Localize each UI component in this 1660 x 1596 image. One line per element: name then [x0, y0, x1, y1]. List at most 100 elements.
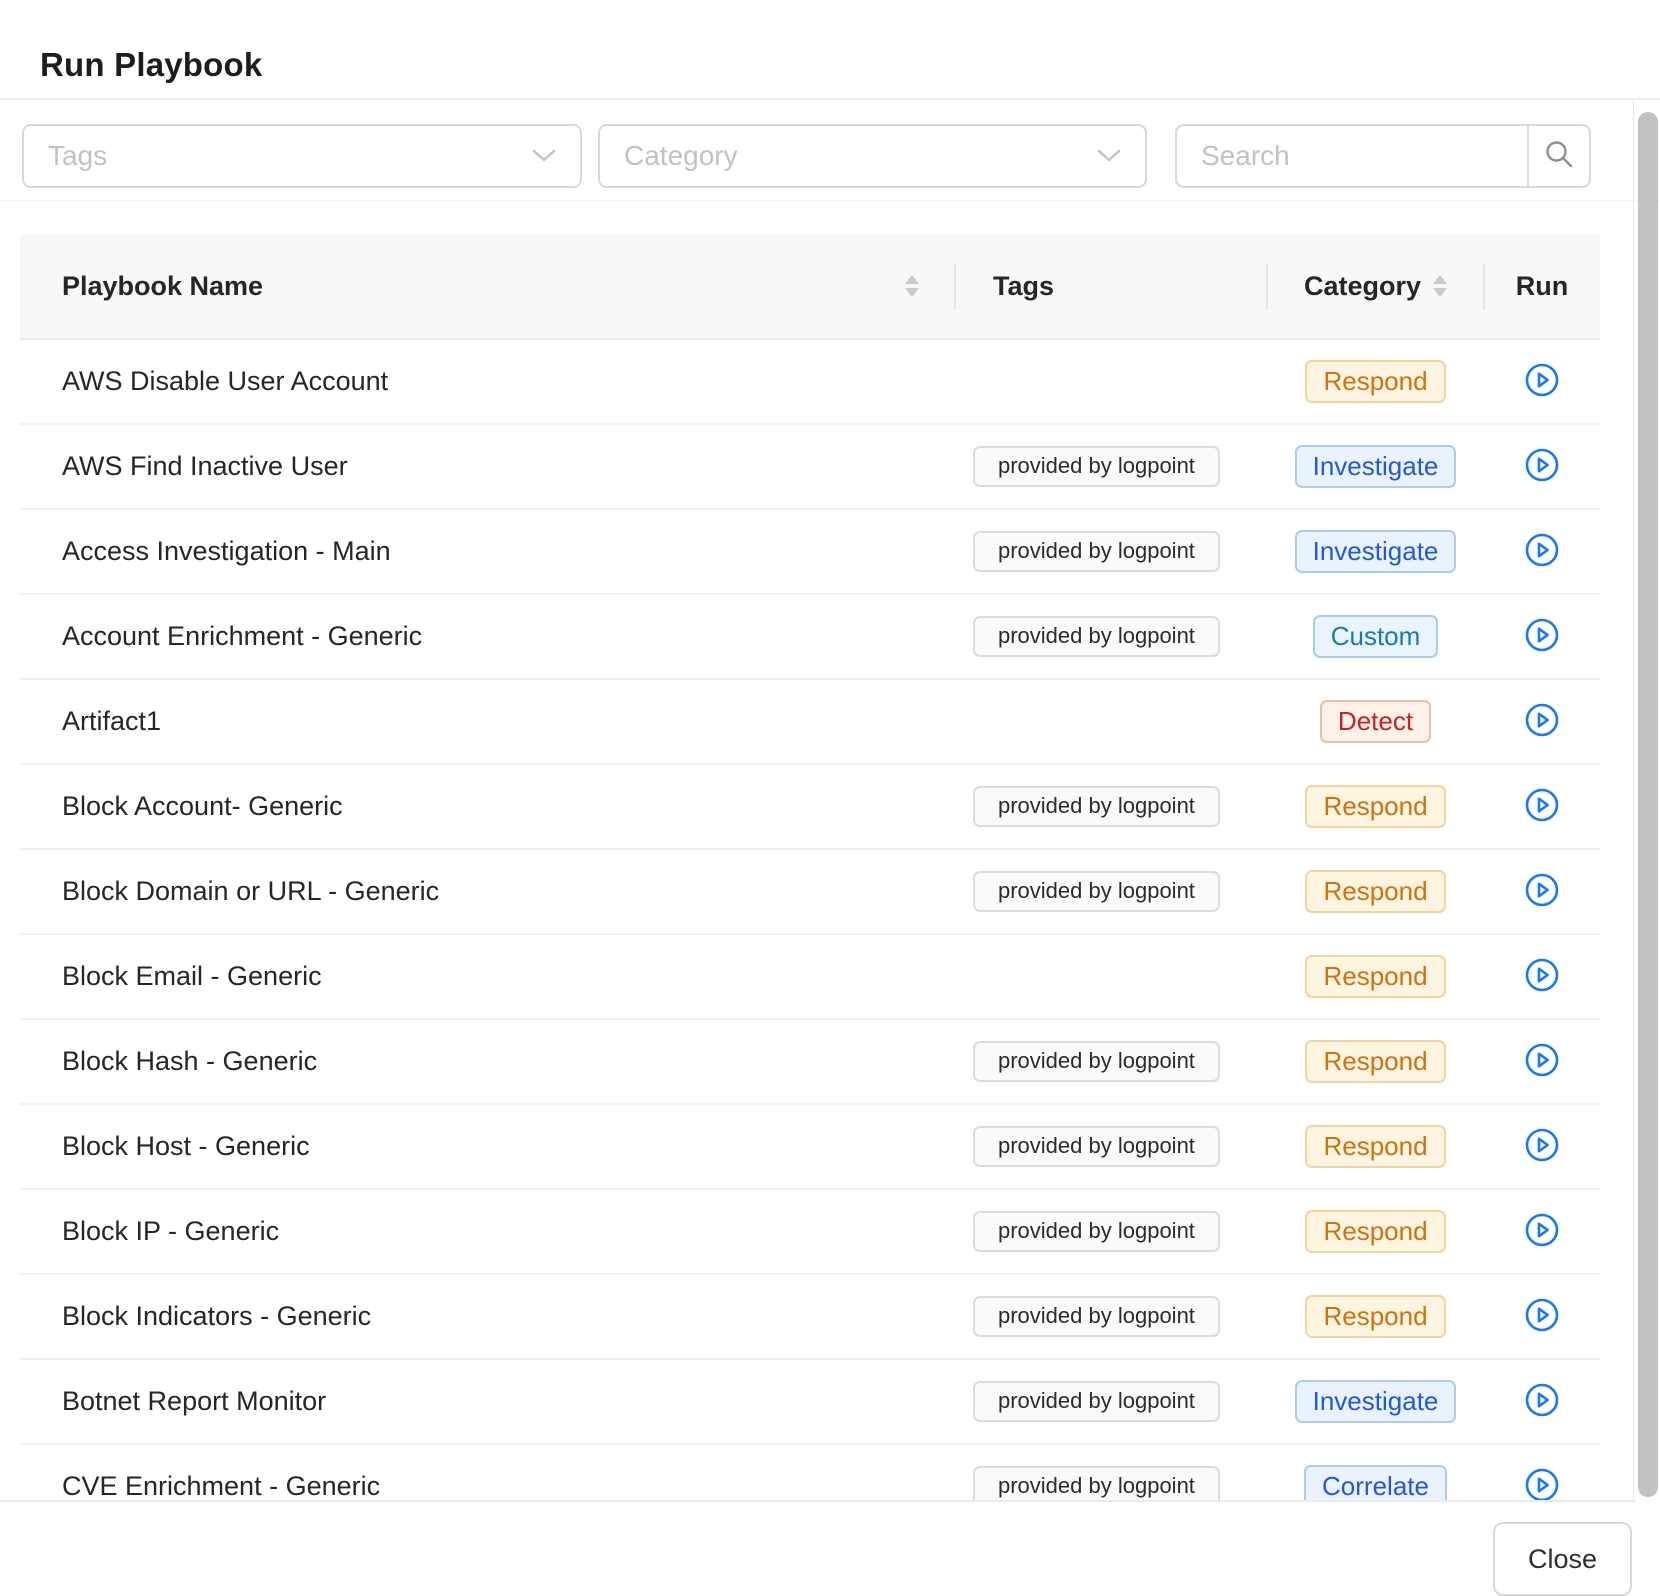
- page-title: Run Playbook: [40, 46, 262, 84]
- run-cell: [1484, 425, 1600, 508]
- category-badge: Respond: [1305, 1040, 1445, 1083]
- tag-pill: provided by logpoint: [973, 1041, 1220, 1081]
- table-row: Block Email - Generic Respond: [20, 935, 1600, 1020]
- table-row: AWS Find Inactive User provided by logpo…: [20, 425, 1600, 510]
- category-badge: Respond: [1305, 1210, 1445, 1253]
- playbook-name-cell: Block Email - Generic: [20, 935, 955, 1018]
- playbook-name: AWS Disable User Account: [62, 366, 388, 397]
- table-row: Block Domain or URL - Generic provided b…: [20, 850, 1600, 935]
- tags-cell: provided by logpoint: [955, 1445, 1267, 1501]
- tag-pill: provided by logpoint: [973, 1126, 1220, 1166]
- run-cell: [1484, 1190, 1600, 1273]
- table-row: AWS Disable User Account Respond: [20, 340, 1600, 425]
- category-cell: Investigate: [1267, 1360, 1484, 1443]
- category-badge: Respond: [1305, 955, 1445, 998]
- run-button[interactable]: [1522, 872, 1562, 912]
- run-cell: [1484, 1360, 1600, 1443]
- run-cell: [1484, 765, 1600, 848]
- playbook-name-cell: Block Account- Generic: [20, 765, 955, 848]
- table-row: Access Investigation - Main provided by …: [20, 510, 1600, 595]
- run-button[interactable]: [1522, 447, 1562, 487]
- category-cell: Detect: [1267, 680, 1484, 763]
- playbook-name-cell: Artifact1: [20, 680, 955, 763]
- category-badge: Respond: [1305, 360, 1445, 403]
- category-badge: Respond: [1305, 870, 1445, 913]
- playbook-name-cell: Account Enrichment - Generic: [20, 595, 955, 678]
- category-cell: Respond: [1267, 765, 1484, 848]
- play-icon: [1524, 1127, 1560, 1166]
- play-icon: [1524, 872, 1560, 911]
- run-button[interactable]: [1522, 702, 1562, 742]
- category-badge: Respond: [1305, 1125, 1445, 1168]
- playbook-name: Botnet Report Monitor: [62, 1386, 326, 1417]
- category-badge: Investigate: [1295, 445, 1457, 488]
- play-icon: [1524, 1042, 1560, 1081]
- column-header-playbook-name[interactable]: Playbook Name: [20, 234, 955, 338]
- category-cell: Respond: [1267, 340, 1484, 423]
- run-button[interactable]: [1522, 1382, 1562, 1422]
- close-button[interactable]: Close: [1493, 1522, 1632, 1596]
- category-badge: Detect: [1320, 700, 1431, 743]
- playbook-name: Block Hash - Generic: [62, 1046, 317, 1077]
- tags-cell: [955, 680, 1267, 763]
- column-label: Run: [1516, 271, 1568, 302]
- column-header-tags: Tags: [955, 234, 1267, 338]
- tags-cell: provided by logpoint: [955, 850, 1267, 933]
- tags-filter-dropdown[interactable]: Tags: [22, 124, 582, 188]
- run-button[interactable]: [1522, 957, 1562, 997]
- playbook-name-cell: Block Domain or URL - Generic: [20, 850, 955, 933]
- search-input[interactable]: [1177, 126, 1527, 186]
- category-cell: Respond: [1267, 1275, 1484, 1358]
- column-header-run: Run: [1484, 234, 1600, 338]
- run-cell: [1484, 595, 1600, 678]
- play-icon: [1524, 957, 1560, 996]
- tag-pill: provided by logpoint: [973, 1211, 1220, 1251]
- run-button[interactable]: [1522, 532, 1562, 572]
- title-divider: [0, 98, 1660, 100]
- chevron-down-icon: [1097, 149, 1121, 163]
- table-row: Account Enrichment - Generic provided by…: [20, 595, 1600, 680]
- filter-bar-divider: [0, 200, 1660, 201]
- run-cell: [1484, 850, 1600, 933]
- column-header-category[interactable]: Category: [1267, 234, 1484, 338]
- playbook-name-cell: Block IP - Generic: [20, 1190, 955, 1273]
- playbook-name: Block Account- Generic: [62, 791, 343, 822]
- tag-pill: provided by logpoint: [973, 786, 1220, 826]
- tags-cell: provided by logpoint: [955, 1105, 1267, 1188]
- scrollbar-thumb[interactable]: [1638, 112, 1658, 1497]
- run-button[interactable]: [1522, 1467, 1562, 1502]
- playbook-name: CVE Enrichment - Generic: [62, 1471, 380, 1501]
- tag-pill: provided by logpoint: [973, 446, 1220, 486]
- run-button[interactable]: [1522, 787, 1562, 827]
- run-button[interactable]: [1522, 362, 1562, 402]
- category-cell: Investigate: [1267, 425, 1484, 508]
- run-button[interactable]: [1522, 617, 1562, 657]
- playbook-name: Account Enrichment - Generic: [62, 621, 422, 652]
- category-cell: Respond: [1267, 935, 1484, 1018]
- play-icon: [1524, 362, 1560, 401]
- run-button[interactable]: [1522, 1297, 1562, 1337]
- playbook-name-cell: AWS Disable User Account: [20, 340, 955, 423]
- run-cell: [1484, 340, 1600, 423]
- playbook-name-cell: Block Indicators - Generic: [20, 1275, 955, 1358]
- table-bottom-border: [0, 1500, 1636, 1502]
- sort-carets-icon[interactable]: [1433, 275, 1447, 297]
- category-badge: Investigate: [1295, 530, 1457, 573]
- playbook-name: Block Indicators - Generic: [62, 1301, 371, 1332]
- table-body: AWS Disable User Account Respond AWS Fin…: [20, 340, 1600, 1501]
- run-button[interactable]: [1522, 1042, 1562, 1082]
- run-button[interactable]: [1522, 1127, 1562, 1167]
- table-row: Block Host - Generic provided by logpoin…: [20, 1105, 1600, 1190]
- playbook-table: Playbook Name Tags Category Run AWS Disa…: [20, 234, 1600, 1501]
- play-icon: [1524, 617, 1560, 656]
- run-cell: [1484, 510, 1600, 593]
- table-row: Block Indicators - Generic provided by l…: [20, 1275, 1600, 1360]
- search-button[interactable]: [1527, 126, 1589, 186]
- column-label: Tags: [993, 271, 1054, 302]
- sort-carets-icon[interactable]: [905, 275, 919, 297]
- tag-pill: provided by logpoint: [973, 1466, 1220, 1501]
- table-row: CVE Enrichment - Generic provided by log…: [20, 1445, 1600, 1501]
- tag-pill: provided by logpoint: [973, 1296, 1220, 1336]
- category-filter-dropdown[interactable]: Category: [598, 124, 1147, 188]
- run-button[interactable]: [1522, 1212, 1562, 1252]
